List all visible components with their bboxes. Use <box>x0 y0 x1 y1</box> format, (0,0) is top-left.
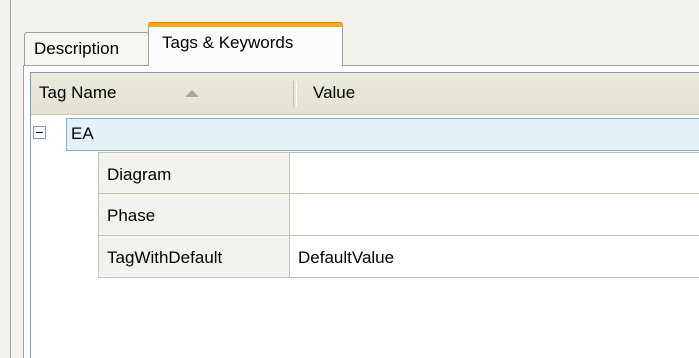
group-label: EA <box>71 124 94 143</box>
column-header-tag-name[interactable]: Tag Name <box>39 83 116 103</box>
column-header-value[interactable]: Value <box>313 83 355 103</box>
tab-description[interactable]: Description <box>24 32 149 65</box>
tag-value-cell[interactable] <box>290 194 699 236</box>
tab-tags-keywords-label: Tags & Keywords <box>162 33 294 52</box>
tag-name-text: TagWithDefault <box>107 248 223 267</box>
active-tab-accent <box>148 22 343 27</box>
column-resize-handle[interactable] <box>293 81 297 107</box>
tag-name-cell[interactable]: Diagram <box>98 152 290 194</box>
tab-tags-keywords[interactable]: Tags & Keywords <box>148 22 343 66</box>
tag-name-cell[interactable]: TagWithDefault <box>98 236 290 278</box>
tag-name-text: Phase <box>107 206 156 225</box>
group-cell[interactable]: EA <box>66 118 699 151</box>
group-row-ea[interactable]: EA <box>31 117 699 152</box>
table-row[interactable]: Diagram <box>98 152 699 194</box>
grid-column-header: Tag Name Value <box>31 73 699 115</box>
window-edge <box>0 0 11 358</box>
sort-ascending-arrow-icon <box>185 90 199 97</box>
tag-value-cell[interactable]: DefaultValue <box>290 236 699 278</box>
tag-value-cell[interactable] <box>290 152 699 194</box>
table-row[interactable]: Phase <box>98 194 699 236</box>
table-row[interactable]: TagWithDefault DefaultValue <box>98 236 699 278</box>
tab-description-label: Description <box>34 39 120 58</box>
tag-value-text: DefaultValue <box>298 248 395 267</box>
tag-name-text: Diagram <box>107 165 172 184</box>
tag-name-cell[interactable]: Phase <box>98 194 290 236</box>
window-edge-highlight <box>11 0 12 358</box>
minus-box-icon[interactable] <box>33 126 46 139</box>
